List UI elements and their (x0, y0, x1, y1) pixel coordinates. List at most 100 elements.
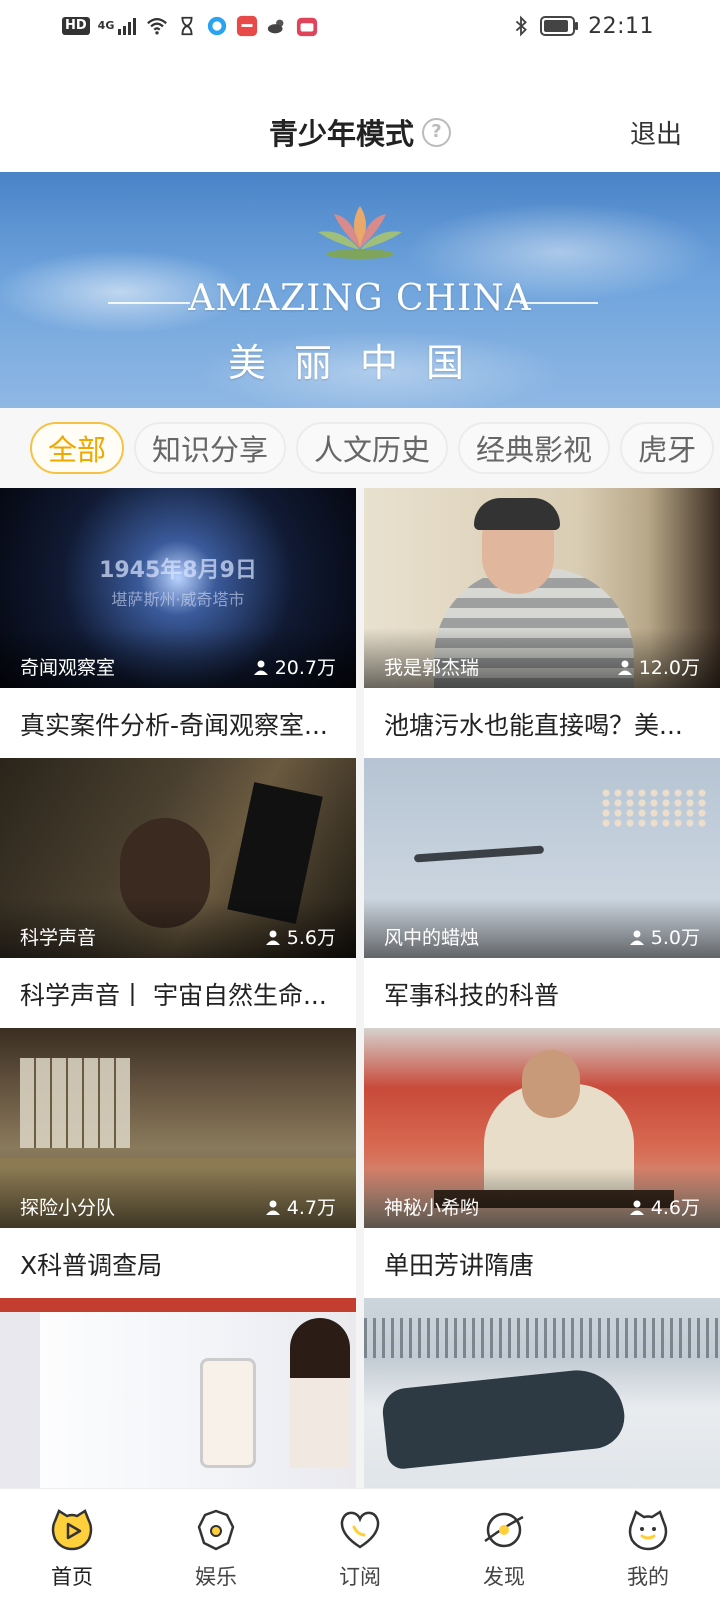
thumbnail-figure (413, 845, 545, 863)
banner-subtitle: 美丽中国 (227, 341, 492, 385)
tab-classic-films[interactable]: 经典影视 (458, 422, 611, 474)
video-thumbnail[interactable] (0, 1298, 356, 1488)
thumbnail-figure (364, 1318, 720, 1358)
bottom-nav: 首页 娱乐 订阅 发现 我的 (0, 1488, 720, 1600)
signal-icon: 4G (98, 17, 139, 35)
video-thumbnail[interactable]: 1945年8月9日 堪萨斯州·威奇塔市 奇闻观察室 20.7万 (0, 488, 356, 688)
thumbnail-figure (0, 1312, 40, 1488)
weather-icon (268, 19, 284, 34)
view-count-value: 4.7万 (286, 1197, 336, 1219)
view-count: 4.7万 (265, 1193, 336, 1220)
view-count: 5.6万 (265, 923, 336, 950)
bluetooth-icon (515, 15, 528, 37)
person-icon (253, 660, 268, 675)
nav-entertainment[interactable]: 娱乐 (144, 1489, 288, 1600)
banner[interactable]: AMAZING CHINA 美丽中国 (0, 172, 720, 408)
app-screen: HD 4G 22:11 青少年模式 ? 退出 AMAZING CHINA 美丽中… (0, 0, 720, 1600)
person-icon (265, 930, 280, 945)
nav-label: 我的 (627, 1565, 669, 1589)
status-bar: HD 4G 22:11 (0, 0, 720, 52)
video-thumbnail[interactable]: 我是郭杰瑞 12.0万 (364, 488, 720, 688)
video-thumbnail[interactable]: 神秘小希哟 4.6万 (364, 1028, 720, 1228)
thumbnail-caption-sub: 堪萨斯州·威奇塔市 (111, 590, 245, 609)
video-author: 神秘小希哟 (384, 1197, 480, 1219)
view-count: 4.6万 (629, 1193, 700, 1220)
video-author: 探险小分队 (20, 1197, 116, 1219)
video-title[interactable]: X科普调查局 (0, 1228, 356, 1300)
view-count: 5.0万 (629, 923, 700, 950)
tab-knowledge[interactable]: 知识分享 (134, 422, 287, 474)
view-count-value: 5.6万 (286, 927, 336, 949)
view-count: 20.7万 (253, 653, 336, 680)
status-left: HD 4G (62, 15, 318, 37)
thumbnail-caption: 1945年8月9日 (99, 558, 257, 583)
network-type: 4G (97, 19, 115, 32)
video-thumbnail[interactable]: 科学声音 5.6万 (0, 758, 356, 958)
thumbnail-figure (600, 788, 710, 828)
nav-profile[interactable]: 我的 (576, 1489, 720, 1600)
video-card[interactable]: 神秘小希哟 4.6万 单田芳讲隋唐 (364, 1028, 720, 1300)
status-right: 22:11 (510, 14, 654, 39)
video-card[interactable] (0, 1298, 356, 1488)
nav-label: 首页 (51, 1565, 93, 1589)
video-thumbnail[interactable]: 风中的蜡烛 5.0万 (364, 758, 720, 958)
header-bar: 青少年模式 ? 退出 (0, 52, 720, 172)
help-icon[interactable]: ? (422, 117, 451, 147)
thumbnail-figure (380, 1365, 628, 1471)
exit-button[interactable]: 退出 (630, 114, 682, 151)
tab-humanities-history[interactable]: 人文历史 (296, 422, 449, 474)
subscribe-icon (340, 1511, 380, 1549)
view-count: 12.0万 (617, 653, 700, 680)
view-count-value: 12.0万 (638, 657, 700, 679)
wifi-icon (147, 18, 168, 35)
header-title-group: 青少年模式 ? (0, 112, 720, 152)
video-card[interactable]: 我是郭杰瑞 12.0万 池塘污水也能直接喝？美... (364, 488, 720, 760)
thumbnail-figure (290, 1318, 350, 1468)
thumbnail-figure (474, 498, 560, 530)
person-icon (629, 1200, 644, 1215)
person-icon (629, 930, 644, 945)
hourglass-icon (181, 16, 193, 36)
video-thumbnail[interactable]: 探险小分队 4.7万 (0, 1028, 356, 1228)
view-count-value: 5.0万 (650, 927, 700, 949)
video-author: 风中的蜡烛 (384, 927, 480, 949)
view-count-value: 20.7万 (274, 657, 336, 679)
video-thumbnail[interactable] (364, 1298, 720, 1488)
banner-title: AMAZING CHINA (188, 278, 532, 319)
person-icon (265, 1200, 280, 1215)
video-title[interactable]: 池塘污水也能直接喝？美... (364, 688, 720, 760)
video-grid: 1945年8月9日 堪萨斯州·威奇塔市 奇闻观察室 20.7万 真实案件分析-奇… (0, 488, 720, 1488)
video-card[interactable]: 1945年8月9日 堪萨斯州·威奇塔市 奇闻观察室 20.7万 真实案件分析-奇… (0, 488, 356, 760)
tab-huya[interactable]: 虎牙 (620, 422, 715, 474)
thumbnail-figure (20, 1058, 130, 1148)
discover-icon (484, 1512, 524, 1548)
app-icon (237, 15, 258, 37)
nav-discover[interactable]: 发现 (432, 1489, 576, 1600)
video-title[interactable]: 真实案件分析-奇闻观察室... (0, 688, 356, 760)
video-card[interactable] (364, 1298, 720, 1488)
view-count-value: 4.6万 (650, 1197, 700, 1219)
hd-icon: HD (62, 17, 90, 35)
video-author: 我是郭杰瑞 (384, 657, 480, 679)
calendar-icon (297, 17, 318, 37)
video-card[interactable]: 风中的蜡烛 5.0万 军事科技的科普 (364, 758, 720, 1030)
nav-subscribe[interactable]: 订阅 (288, 1489, 432, 1600)
browser-icon (208, 16, 227, 36)
profile-icon (628, 1510, 668, 1551)
video-title[interactable]: 军事科技的科普 (364, 958, 720, 1030)
tab-all[interactable]: 全部 (30, 422, 125, 474)
clock: 22:11 (588, 13, 654, 39)
thumbnail-figure (0, 1298, 356, 1312)
nav-home[interactable]: 首页 (0, 1489, 144, 1600)
nav-label: 发现 (483, 1565, 525, 1589)
video-card[interactable]: 科学声音 5.6万 科学声音丨 宇宙自然生命... (0, 758, 356, 1030)
category-tabs-row: 全部 知识分享 人文历史 经典影视 虎牙 (30, 422, 715, 474)
video-title[interactable]: 单田芳讲隋唐 (364, 1228, 720, 1300)
thumbnail-figure (522, 1050, 580, 1118)
video-card[interactable]: 探险小分队 4.7万 X科普调查局 (0, 1028, 356, 1300)
video-title[interactable]: 科学声音丨 宇宙自然生命... (0, 958, 356, 1030)
page-title: 青少年模式 (268, 117, 414, 151)
lotus-logo-icon (318, 206, 402, 259)
video-author: 奇闻观察室 (20, 657, 116, 679)
person-icon (617, 660, 632, 675)
